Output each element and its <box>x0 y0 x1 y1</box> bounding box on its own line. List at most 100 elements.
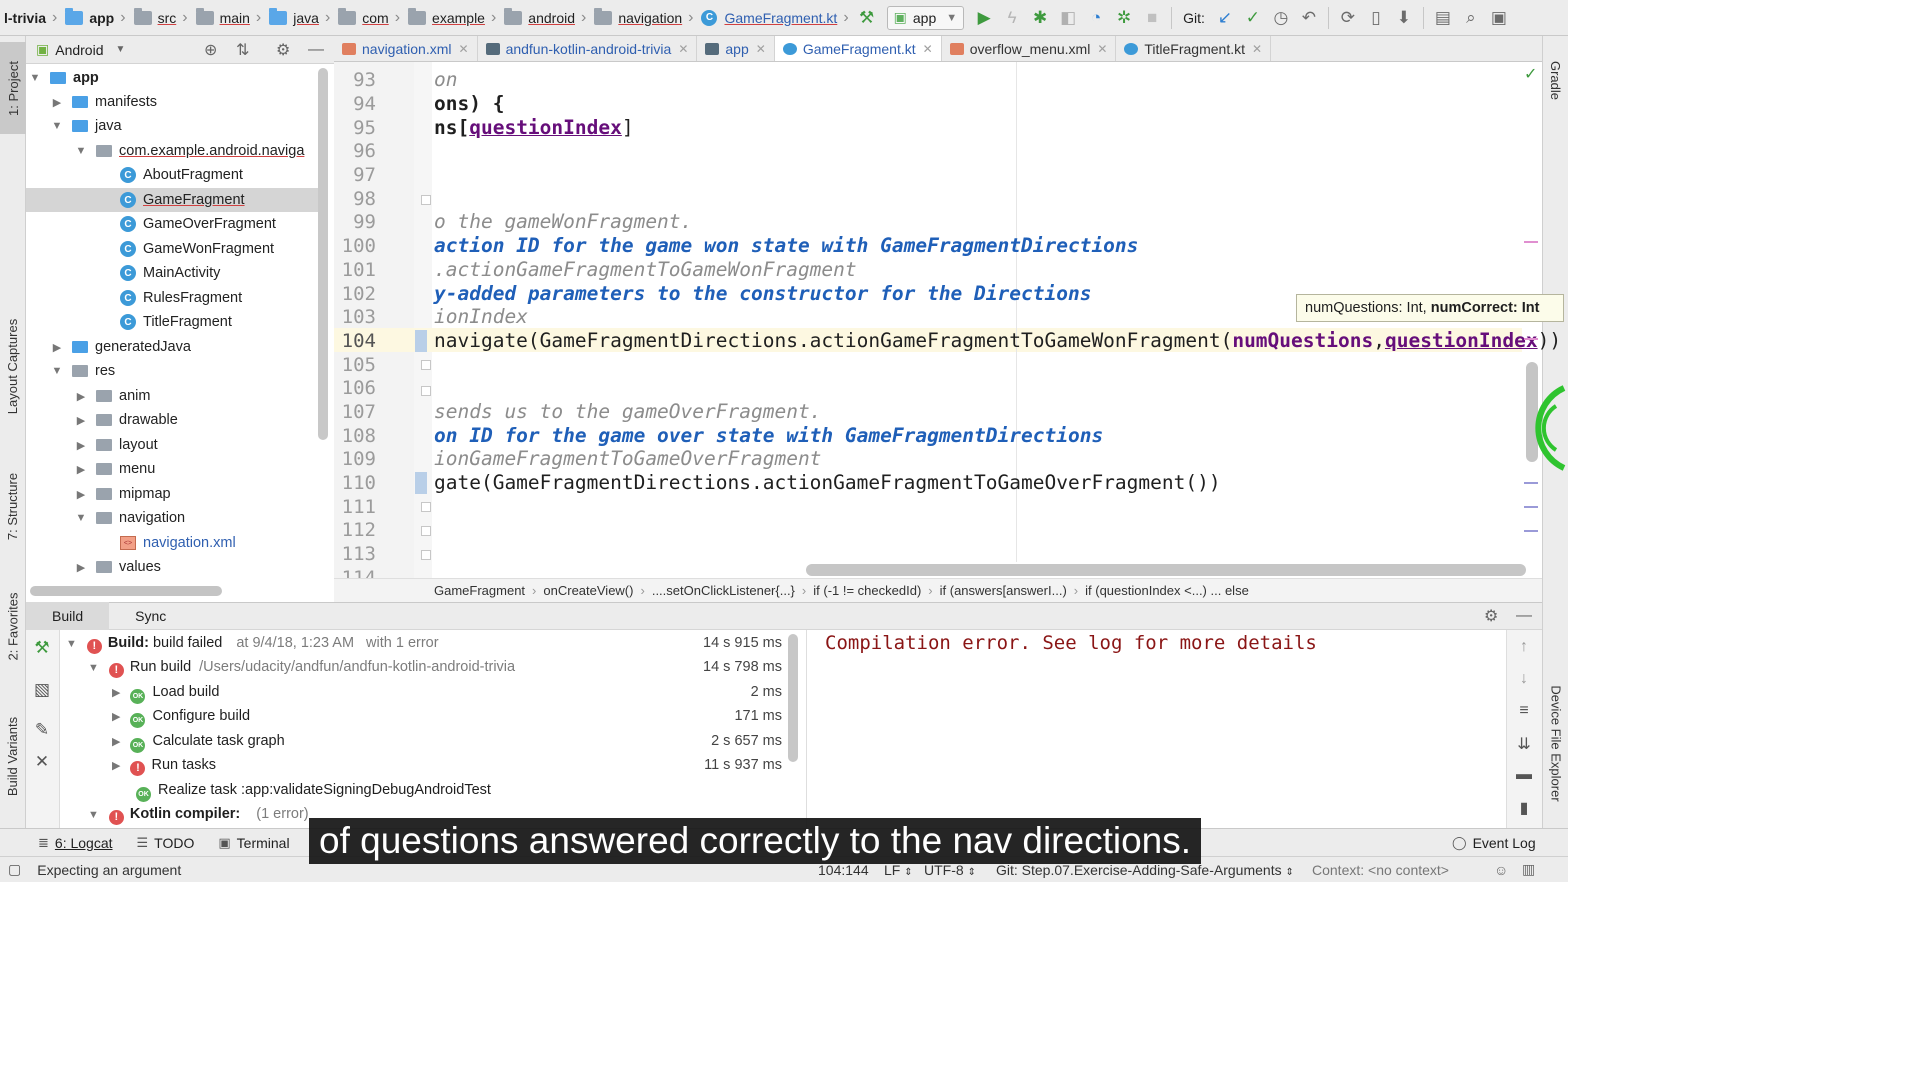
fold-marker-icon[interactable] <box>421 386 431 396</box>
make-project-icon[interactable]: ⚒ <box>853 4 881 32</box>
breadcrumb-item[interactable]: if (-1 != checkedId) <box>813 583 921 598</box>
hide-icon[interactable]: — <box>308 41 324 59</box>
inspection-ok-icon[interactable]: ✓ <box>1524 64 1537 84</box>
tab-project[interactable]: 1: Project <box>0 42 26 134</box>
build-row-calculate-task-graph[interactable]: ▶ OK Calculate task graph <box>112 729 285 753</box>
fold-marker-icon[interactable] <box>421 502 431 512</box>
tree-item-mainactivity[interactable]: C MainActivity <box>26 261 318 285</box>
tree-item-res[interactable]: ▼ res <box>26 359 318 383</box>
hide-icon[interactable]: — <box>1516 607 1532 625</box>
rebuild-icon[interactable]: ⚒ <box>32 638 52 658</box>
build-row-realize-task[interactable]: OK Realize task :app:validateSigningDebug… <box>136 778 491 802</box>
close-icon[interactable]: ✕ <box>923 42 933 56</box>
scroll-to-end-icon[interactable]: ⇊ <box>1512 734 1536 754</box>
tree-item-navigation-xml[interactable]: <> navigation.xml <box>26 531 318 555</box>
memory-icon[interactable]: ▥ <box>1522 861 1535 878</box>
tab-todo[interactable]: ☰ TODO <box>125 835 207 851</box>
build-row-run-build[interactable]: ▼! Run build/Users/udacity/andfun/andfun-… <box>88 655 515 679</box>
tree-item-drawable[interactable]: ▶ drawable <box>26 408 318 432</box>
tab-build[interactable]: Build <box>26 602 110 630</box>
fold-marker-icon[interactable] <box>421 195 431 205</box>
project-structure-icon[interactable]: ▤ <box>1429 4 1457 32</box>
build-row-result[interactable]: ▼! Build: build failed at 9/4/18, 1:23 AM w… <box>66 631 439 655</box>
tab-titlefragment[interactable]: TitleFragment.kt ✕ <box>1116 36 1272 61</box>
close-icon[interactable]: ✕ <box>678 42 688 56</box>
build-row-kotlin-compiler[interactable]: ▼! Kotlin compiler: (1 error) <box>88 802 309 826</box>
breadcrumb-item[interactable]: if (answers[answerI...) <box>940 583 1067 598</box>
gear-icon[interactable]: ⚙ <box>276 40 290 60</box>
fold-marker-icon[interactable] <box>421 526 431 536</box>
pin-icon[interactable]: ✎ <box>32 720 52 740</box>
git-commit-icon[interactable]: ✓ <box>1239 4 1267 32</box>
breadcrumb-src[interactable]: src › <box>130 7 192 27</box>
build-output[interactable]: Compilation error. See log for more deta… <box>806 630 1506 828</box>
git-revert-icon[interactable]: ↶ <box>1295 4 1323 32</box>
tab-favorites[interactable]: 2: Favorites <box>0 576 26 676</box>
close-icon[interactable]: ✕ <box>756 42 766 56</box>
tree-item-gameoverfragment[interactable]: C GameOverFragment <box>26 212 318 236</box>
tab-device-file-explorer[interactable]: Device File Explorer <box>1543 668 1569 818</box>
fold-strip[interactable] <box>414 62 432 578</box>
crosshair-icon[interactable]: ⊕ <box>204 40 217 60</box>
tree-item-manifests[interactable]: ▶ manifests <box>26 90 318 114</box>
toggle-view-icon[interactable]: ▧ <box>32 680 52 700</box>
project-view-mode[interactable]: Android <box>55 42 103 58</box>
tree-item-menu[interactable]: ▶ menu <box>26 457 318 481</box>
tab-terminal[interactable]: ▣ Terminal <box>206 835 301 851</box>
tree-item-anim[interactable]: ▶ anim <box>26 384 318 408</box>
sdk-manager-icon[interactable]: ⬇ <box>1390 4 1418 32</box>
error-stripe-marker[interactable] <box>1524 338 1538 340</box>
tab-structure[interactable]: 7: Structure <box>0 456 26 556</box>
search-icon[interactable]: ⌕ <box>1457 4 1485 32</box>
tab-sync[interactable]: Sync <box>109 602 192 630</box>
apply-changes-icon[interactable]: ϟ <box>998 4 1026 32</box>
sync-gradle-icon[interactable]: ⟳ <box>1334 4 1362 32</box>
avd-manager-icon[interactable]: ▯ <box>1362 4 1390 32</box>
tab-layout-captures[interactable]: Layout Captures <box>0 298 26 434</box>
tab-event-log[interactable]: ◯ Event Log <box>1440 835 1548 851</box>
tab-gamefragment[interactable]: GameFragment.kt ✕ <box>774 36 942 61</box>
tree-item-java[interactable]: ▼ java <box>26 114 318 138</box>
breadcrumb-item[interactable]: GameFragment <box>434 583 525 598</box>
editor-hscrollbar[interactable] <box>806 564 1526 576</box>
git-update-icon[interactable]: ↙ <box>1211 4 1239 32</box>
tree-item-layout[interactable]: ▶ layout <box>26 433 318 457</box>
close-icon[interactable]: ✕ <box>459 42 469 56</box>
tab-build-variants[interactable]: Build Variants <box>0 696 26 816</box>
close-icon[interactable]: ✕ <box>1252 42 1262 56</box>
tree-item-package[interactable]: ▼ com.example.android.naviga <box>26 139 318 163</box>
close-icon[interactable]: ✕ <box>1097 42 1107 56</box>
git-history-icon[interactable]: ◷ <box>1267 4 1295 32</box>
tree-item-generatedjava[interactable]: ▶ generatedJava <box>26 335 318 359</box>
tree-item-gamewonfragment[interactable]: C GameWonFragment <box>26 237 318 261</box>
build-row-configure-build[interactable]: ▶ OK Configure build <box>112 704 250 728</box>
tab-overflow-menu[interactable]: overflow_menu.xml ✕ <box>942 36 1117 61</box>
arrow-up-icon[interactable]: ↑ <box>1512 638 1536 656</box>
profile-icon[interactable]: ◔ <box>1082 4 1110 32</box>
attach-process-icon[interactable]: ✲ <box>1110 4 1138 32</box>
attach-debugger-icon[interactable]: ◧ <box>1054 4 1082 32</box>
breadcrumb-java[interactable]: java › <box>265 7 334 27</box>
close-icon[interactable]: ✕ <box>32 752 52 772</box>
tree-item-app[interactable]: ▼ app <box>26 66 318 90</box>
breadcrumb-example[interactable]: example › <box>404 7 500 27</box>
error-stripe-marker[interactable] <box>1524 506 1538 508</box>
build-tree-scrollbar[interactable] <box>788 634 798 762</box>
layout-inspector-icon[interactable]: ▣ <box>1485 4 1513 32</box>
tree-item-values[interactable]: ▶ values <box>26 555 318 579</box>
tab-gradle[interactable]: Gradle <box>1543 40 1569 120</box>
project-tree-scrollbar[interactable] <box>318 68 328 440</box>
fold-marker-icon[interactable] <box>421 360 431 370</box>
collapse-all-icon[interactable]: ⇅ <box>236 40 249 60</box>
breadcrumb-project[interactable]: l-trivia › <box>0 9 61 27</box>
breadcrumb-main[interactable]: main › <box>192 7 266 27</box>
tab-project-gradle[interactable]: andfun-kotlin-android-trivia ✕ <box>478 36 698 61</box>
tree-item-titlefragment[interactable]: C TitleFragment <box>26 310 318 334</box>
tab-navigation-xml[interactable]: navigation.xml ✕ <box>334 36 478 61</box>
stop-icon[interactable]: ■ <box>1138 4 1166 32</box>
breadcrumb-android[interactable]: android › <box>500 7 590 27</box>
build-row-load-build[interactable]: ▶ OK Load build <box>112 680 219 704</box>
breadcrumb-app[interactable]: app › <box>61 7 129 27</box>
error-stripe-marker[interactable] <box>1524 482 1538 484</box>
chevron-down-icon[interactable]: ▼ <box>116 44 126 55</box>
